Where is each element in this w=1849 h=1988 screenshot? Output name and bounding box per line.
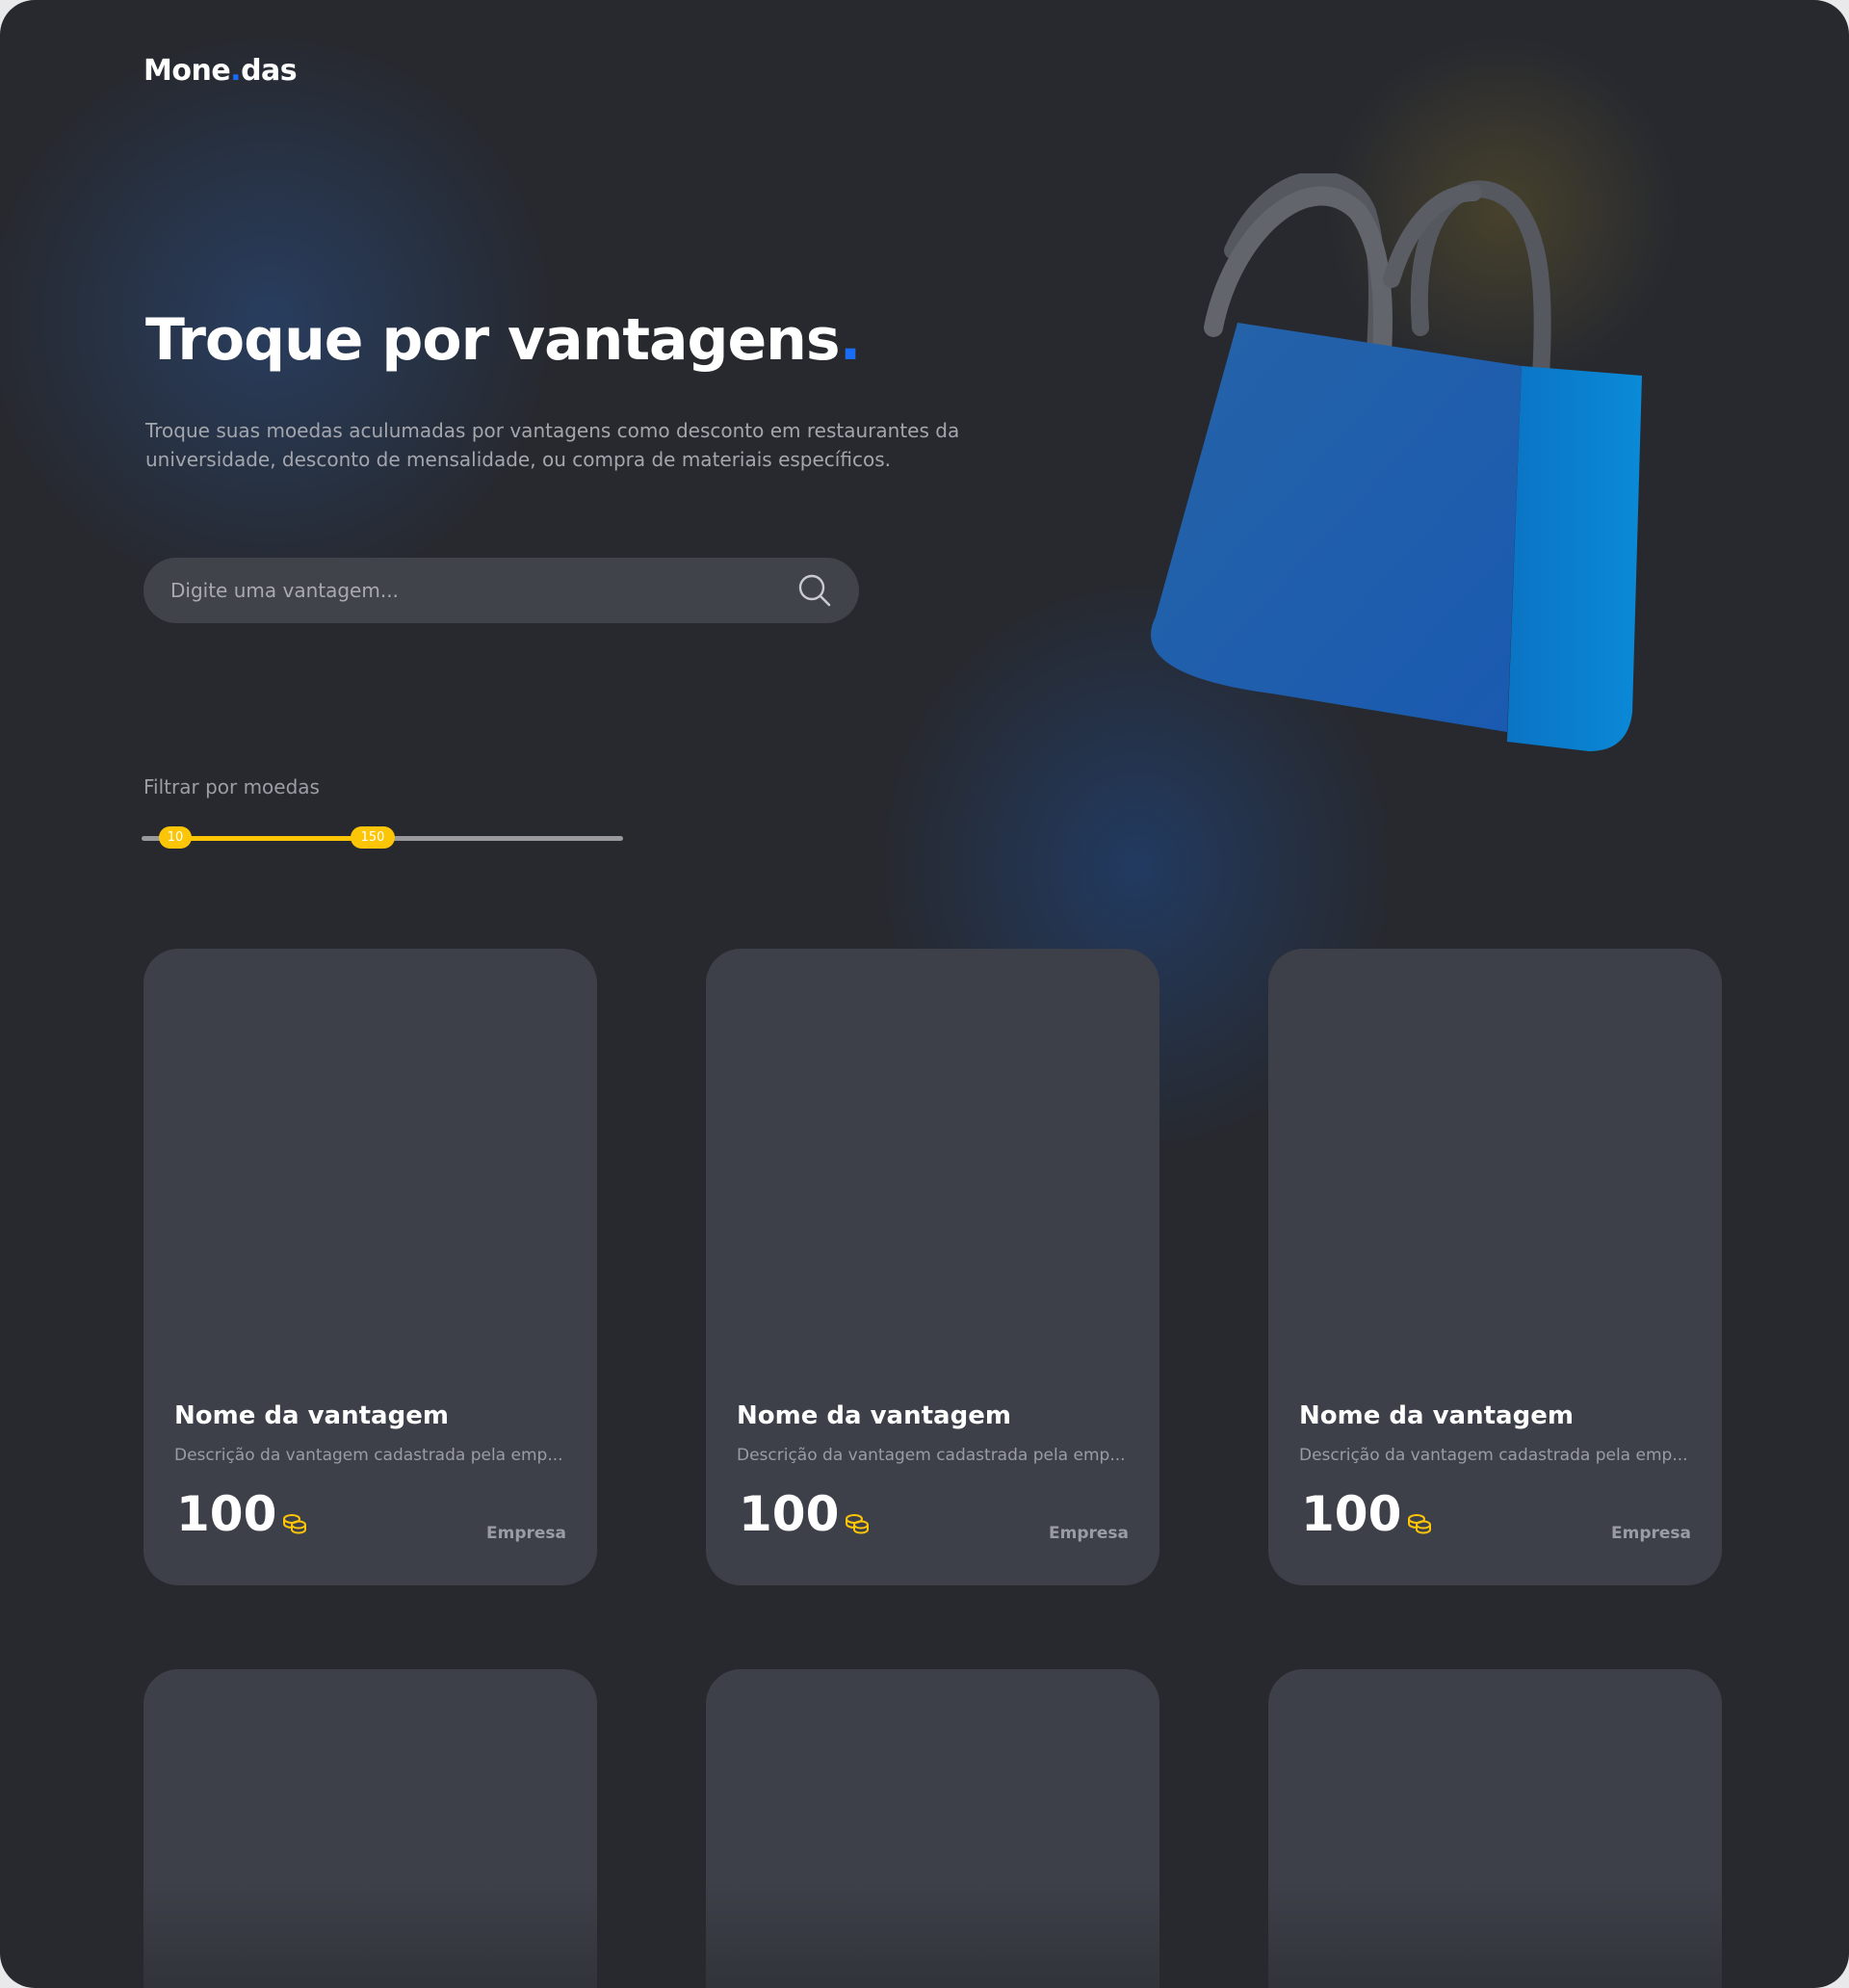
search-icon[interactable] — [797, 573, 832, 608]
title-dot: . — [839, 306, 862, 374]
coins-icon — [1408, 1514, 1432, 1534]
page-title: Troque por vantagens. — [145, 306, 862, 374]
price-value: 100 — [1301, 1486, 1402, 1542]
logo-dot: . — [230, 54, 242, 88]
card-title: Nome da vantagem — [1299, 1401, 1574, 1430]
card-company: Empresa — [486, 1524, 566, 1543]
filter-label: Filtrar por moedas — [143, 775, 320, 798]
coins-icon — [846, 1514, 870, 1534]
advantage-card[interactable]: Nome da vantagem Descrição da vantagem c… — [1268, 949, 1722, 1585]
slider-max-thumb[interactable]: 150 — [351, 826, 395, 849]
card-price: 100 — [1301, 1486, 1432, 1542]
shopping-bag-illustration — [1151, 173, 1642, 751]
page: Mone.das Troque por vantagens. Troque su… — [0, 0, 1849, 1988]
logo[interactable]: Mone.das — [143, 54, 298, 88]
card-title: Nome da vantagem — [737, 1401, 1011, 1430]
advantage-card[interactable] — [143, 1669, 597, 1988]
price-value: 100 — [739, 1486, 840, 1542]
card-description: Descrição da vantagem cadastrada pela em… — [174, 1446, 563, 1465]
title-text: Troque por vantagens — [145, 306, 841, 374]
advantage-card[interactable]: Nome da vantagem Descrição da vantagem c… — [706, 949, 1159, 1585]
advantage-card[interactable] — [706, 1669, 1159, 1988]
advantage-card[interactable]: Nome da vantagem Descrição da vantagem c… — [143, 949, 597, 1585]
coin-range-slider[interactable]: 10 150 — [142, 826, 623, 849]
card-title: Nome da vantagem — [174, 1401, 449, 1430]
slider-fill — [175, 836, 373, 841]
coins-icon — [283, 1514, 307, 1534]
logo-text: Mone — [143, 54, 231, 88]
logo-text: das — [241, 54, 298, 88]
search-input[interactable] — [170, 579, 797, 602]
card-company: Empresa — [1049, 1524, 1129, 1543]
slider-min-thumb[interactable]: 10 — [159, 826, 192, 849]
card-price: 100 — [176, 1486, 307, 1542]
card-price: 100 — [739, 1486, 870, 1542]
card-company: Empresa — [1611, 1524, 1691, 1543]
card-description: Descrição da vantagem cadastrada pela em… — [1299, 1446, 1688, 1465]
card-description: Descrição da vantagem cadastrada pela em… — [737, 1446, 1126, 1465]
advantage-card[interactable] — [1268, 1669, 1722, 1988]
price-value: 100 — [176, 1486, 277, 1542]
hero-description: Troque suas moedas aculumadas por vantag… — [145, 419, 960, 471]
search-bar — [143, 558, 859, 623]
